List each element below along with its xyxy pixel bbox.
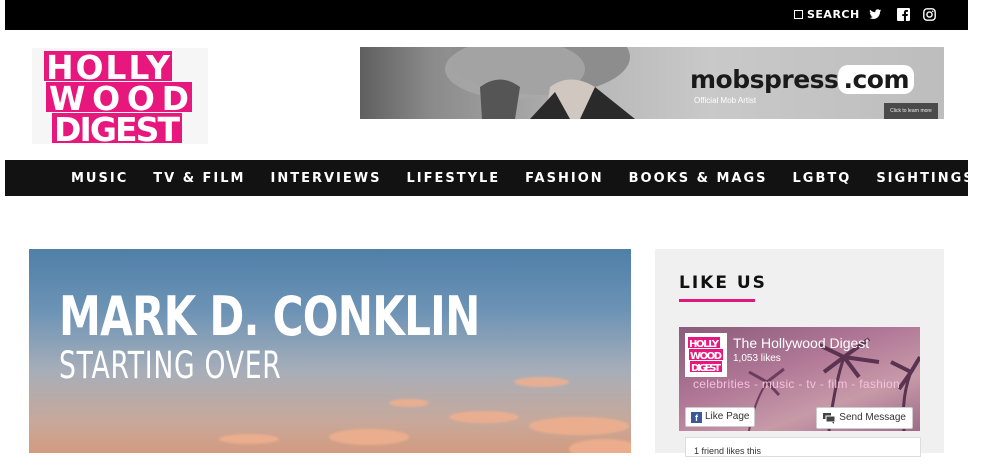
hollywood-digest-logo[interactable]: HOLLY WOOD DIGEST	[32, 48, 208, 144]
featured-article-image[interactable]: MARK D. CONKLIN STARTING OVER	[29, 249, 631, 453]
fb-page-name[interactable]: The Hollywood Digest	[733, 335, 869, 351]
nav-item-interviews[interactable]: INTERVIEWS	[271, 171, 382, 186]
like-page-label: Like Page	[705, 411, 750, 422]
thumb-logo-line-1: HOLLY	[689, 339, 720, 350]
thumb-logo-line-2: WOOD	[690, 351, 722, 362]
cloud	[219, 434, 279, 444]
banner-brand: mobspress .com	[690, 65, 914, 94]
send-message-label: Send Message	[839, 412, 906, 423]
heading-underline	[679, 299, 755, 302]
top-bar: SEARCH	[5, 0, 968, 30]
cloud	[389, 399, 429, 407]
thumb-logo-line-3: DIGEST	[691, 363, 721, 374]
hero-subtitle: STARTING OVER	[59, 344, 282, 387]
banner-photo	[445, 47, 635, 119]
banner-subtitle: Official Mob Artist	[694, 96, 757, 105]
sidebar-heading: LIKE US	[679, 273, 767, 293]
cloud	[329, 429, 409, 445]
nav-item-lgbtq[interactable]: LGBTQ	[793, 171, 852, 186]
cloud	[449, 411, 519, 423]
nav-item-music[interactable]: MUSIC	[71, 171, 128, 186]
nav-item-tv-film[interactable]: TV & FILM	[153, 171, 245, 186]
nav-item-books-mags[interactable]: BOOKS & MAGS	[629, 171, 768, 186]
friends-like-text: 1 friend likes this	[685, 437, 921, 457]
instagram-icon[interactable]	[923, 8, 936, 21]
search-button[interactable]: SEARCH	[794, 8, 860, 21]
facebook-icon[interactable]	[897, 8, 910, 21]
advertisement-banner[interactable]: mobspress .com Official Mob Artist Click …	[360, 47, 944, 119]
banner-brand-suffix: .com	[838, 65, 914, 94]
search-label: SEARCH	[807, 8, 860, 21]
send-message-button[interactable]: Send Message	[816, 407, 913, 429]
logo-line-3: DIGEST	[54, 110, 180, 144]
facebook-icon: f	[691, 411, 702, 423]
nav-item-fashion[interactable]: FASHION	[525, 171, 603, 186]
cloud	[514, 377, 569, 387]
cloud	[569, 439, 631, 453]
banner-brand-name: mobspress	[690, 65, 839, 94]
sidebar: LIKE US HOLLY WOOD DIGEST The Hollywood …	[655, 249, 944, 457]
banner-cta[interactable]: Click to learn more	[884, 103, 938, 119]
search-icon	[794, 10, 803, 19]
fb-tagline: celebrities - music - tv - film - fashio…	[693, 377, 901, 391]
page-logo-thumbnail: HOLLY WOOD DIGEST	[685, 333, 727, 377]
nav-item-sightings[interactable]: SIGHTINGS	[876, 171, 974, 186]
main-nav: MUSIC TV & FILM INTERVIEWS LIFESTYLE FAS…	[5, 160, 973, 196]
fb-like-count: 1,053 likes	[733, 353, 781, 364]
hero-title: MARK D. CONKLIN	[59, 285, 480, 348]
cloud	[529, 417, 629, 435]
nav-item-lifestyle[interactable]: LIFESTYLE	[406, 171, 500, 186]
like-page-button[interactable]: f Like Page	[685, 407, 756, 427]
twitter-icon[interactable]	[869, 8, 882, 21]
facebook-page-widget[interactable]: HOLLY WOOD DIGEST The Hollywood Digest 1…	[679, 327, 920, 431]
message-icon	[823, 412, 836, 424]
